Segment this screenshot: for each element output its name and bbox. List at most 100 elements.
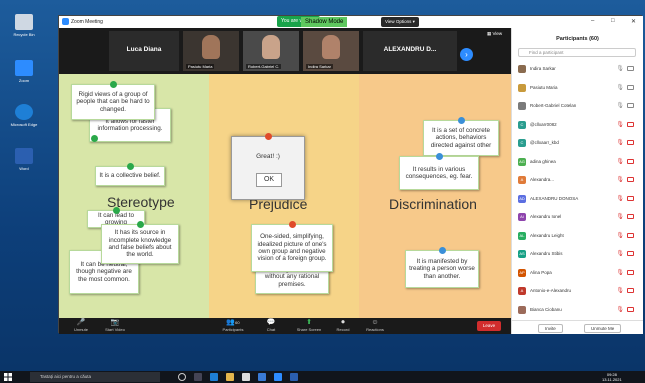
task-view-icon[interactable] (194, 373, 202, 381)
video-tile[interactable]: Robert-Gabriel C. (243, 31, 299, 71)
invite-button[interactable]: Invite (538, 324, 563, 333)
microphone-muted-icon: 🎙 (616, 306, 624, 313)
windows-start-icon[interactable] (4, 373, 12, 381)
participant-row[interactable]: Indira Sarkar 🎙 (518, 64, 636, 75)
avatar: A (518, 176, 526, 184)
reactions-button[interactable]: ☺ Reactions (361, 319, 389, 332)
participant-row[interactable]: AP Alina Popa 🎙 (518, 268, 636, 279)
camera-icon (627, 251, 634, 256)
participant-row[interactable]: Bianca Ciobanu 🎙 (518, 305, 636, 316)
microphone-muted-icon: 🎙 (616, 158, 624, 165)
sticky-note[interactable]: It is a set of concrete actions, behavio… (423, 117, 499, 156)
view-button[interactable]: ▦ View (487, 31, 502, 37)
edge-icon (15, 104, 33, 120)
sticky-note[interactable]: It results in various consequences, eg. … (399, 153, 479, 190)
pin-icon (435, 153, 443, 160)
participant-row[interactable]: AG adina ghinea 🎙 (518, 157, 636, 168)
participant-name: ALEXANDRU DONOSA (530, 195, 579, 201)
pin-icon (112, 207, 120, 214)
meeting-toolbar: 🎤 Unmute 📷 Start Video 👥60 Participants … (59, 318, 511, 334)
cortana-icon[interactable] (178, 373, 186, 381)
sticky-note[interactable]: It is a collective belief. (95, 163, 165, 186)
avatar: AS (518, 250, 526, 258)
leave-button[interactable]: Leave (477, 321, 501, 331)
sticky-note[interactable]: It is manifested by treating a person wo… (405, 247, 479, 288)
taskbar-search-input[interactable]: Tastați aici pentru a căuta (30, 372, 160, 382)
pin-icon (136, 221, 144, 228)
share-screen-icon: ⬆ (306, 319, 312, 326)
microphone-muted-icon: 🎙 (616, 140, 624, 146)
participant-row[interactable]: Robert-Gabriel Cotelan 🎙 (518, 101, 636, 112)
participant-row[interactable]: AD ALEXANDRU DONOSA 🎙 (518, 194, 636, 205)
camera-icon (627, 232, 634, 238)
video-tile[interactable]: Pasiutu Maria (183, 31, 239, 71)
participant-face (202, 35, 220, 59)
camera-icon (627, 269, 634, 275)
participant-row[interactable]: C @cllxarr0082 🎙 (518, 120, 636, 131)
participant-name: Antonio-e-Alexandru (530, 288, 572, 293)
taskbar-clock[interactable]: 09:28 13.11.2021 (602, 372, 622, 382)
unmute-me-button[interactable]: Unmute Me (584, 324, 622, 333)
minimize-button[interactable]: – (591, 18, 594, 24)
participant-search-input[interactable]: Find a participant (518, 48, 636, 57)
video-tile[interactable]: Indira Sarkar (303, 31, 359, 71)
sticky-note[interactable]: One-sided, simplifying, idealized pictur… (251, 221, 333, 272)
video-tile[interactable]: ALEXANDRU D... (363, 31, 457, 71)
camera-icon (627, 66, 634, 71)
participant-row[interactable]: Pasiutu Maria 🎙 (518, 83, 636, 94)
participant-video-strip: Luca Diana Pasiutu Maria Robert-Gabriel … (59, 28, 511, 74)
chat-button[interactable]: 💬 Chat (257, 319, 285, 332)
panel-footer: Invite Unmute Me (512, 320, 643, 334)
participant-row[interactable]: A Alexandra... 🎙 (518, 175, 636, 186)
edge-taskbar-icon[interactable] (210, 373, 218, 381)
avatar (518, 83, 526, 92)
avatar: AP (518, 268, 526, 277)
video-tile[interactable]: Luca Diana (109, 31, 179, 71)
sticky-note[interactable]: It has its source in incomplete knowledg… (101, 221, 179, 264)
participants-panel: Participants (60) Find a participant Ind… (511, 28, 643, 334)
word-desktop-icon[interactable]: Word (6, 148, 42, 171)
view-options-button[interactable]: View Options ▾ (381, 17, 419, 27)
microphone-icon: 🎙 (616, 84, 624, 91)
recycle-bin-icon (15, 14, 33, 30)
edge-desktop-icon[interactable]: Microsoft Edge (6, 104, 42, 127)
avatar: C (518, 120, 526, 129)
camera-icon (627, 140, 634, 145)
microphone-muted-icon: 🎙 (616, 288, 624, 294)
zoom-desktop-icon[interactable]: Zoom (6, 60, 42, 83)
participant-row[interactable]: AI Alexandru Ionel 🎙 (518, 212, 636, 223)
store-icon[interactable] (242, 373, 250, 381)
zoom-taskbar-icon[interactable] (274, 373, 282, 381)
ok-button[interactable]: OK (256, 173, 282, 187)
participant-name: Bianca Ciobanu (530, 306, 562, 312)
pin-icon (126, 163, 134, 170)
participant-row[interactable]: AS Alexandru Stibis 🎙 (518, 249, 636, 260)
participant-row[interactable]: A Antonio-e-Alexandru 🎙 (518, 286, 636, 297)
share-screen-button[interactable]: ⬆ Share Screen (295, 319, 323, 332)
microphone-icon: 🎙 (616, 66, 624, 72)
camera-icon (627, 195, 634, 201)
avatar (518, 102, 526, 110)
word-taskbar-icon[interactable] (290, 373, 298, 381)
close-button[interactable]: ✕ (631, 18, 636, 25)
mail-icon[interactable] (258, 373, 266, 381)
next-page-button[interactable]: › (460, 48, 473, 61)
participant-row[interactable]: AL Alexandru Leight 🎙 (518, 231, 636, 242)
unmute-button[interactable]: 🎤 Unmute (67, 319, 95, 332)
participant-name: Indira Sarkar (530, 66, 556, 71)
pin-icon (288, 221, 296, 228)
file-explorer-icon[interactable] (226, 373, 234, 381)
avatar: AL (518, 231, 526, 240)
start-video-button[interactable]: 📷 Start Video (101, 319, 129, 332)
participant-row[interactable]: C @cllxaarr_kbd 🎙 (518, 138, 636, 149)
camera-icon (627, 103, 634, 108)
microphone-muted-icon: 🎙 (616, 214, 624, 220)
participant-name: Pasiutu Maria (530, 84, 558, 90)
participants-button[interactable]: 👥60 Participants (219, 319, 247, 332)
microphone-muted-icon: 🎙 (616, 232, 624, 239)
recycle-bin-desktop-icon[interactable]: Recycle Bin (6, 14, 42, 37)
pin-icon (109, 81, 117, 88)
maximize-button[interactable]: □ (611, 18, 615, 24)
record-button[interactable]: ⏺ Record (329, 319, 357, 332)
sticky-note[interactable]: Rigid views of a group of people that ca… (71, 81, 155, 120)
